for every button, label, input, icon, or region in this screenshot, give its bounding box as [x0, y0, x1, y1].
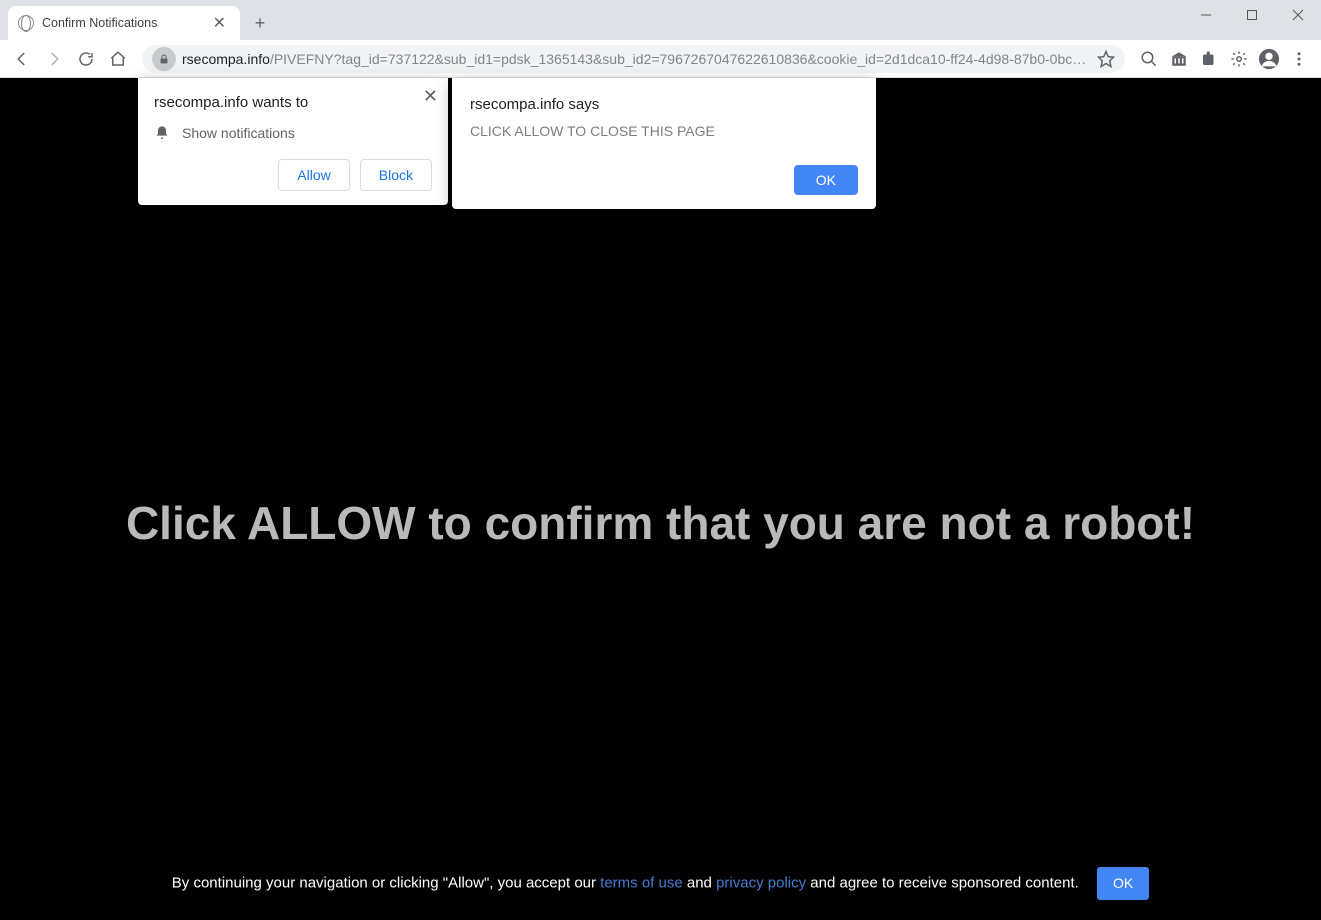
privacy-link[interactable]: privacy policy — [716, 874, 806, 891]
browser-toolbar: rsecompa.info/PIVEFNY?tag_id=737122&sub_… — [0, 40, 1321, 78]
allow-button[interactable]: Allow — [278, 159, 349, 191]
consent-bar: By continuing your navigation or clickin… — [0, 867, 1321, 900]
alert-message: CLICK ALLOW TO CLOSE THIS PAGE — [470, 123, 858, 139]
tab-close-button[interactable]: ✕ — [209, 13, 230, 33]
prompt-actions: Allow Block — [154, 159, 432, 191]
extension-icon[interactable] — [1195, 45, 1223, 73]
terms-link[interactable]: terms of use — [600, 874, 683, 891]
address-bar[interactable]: rsecompa.info/PIVEFNY?tag_id=737122&sub_… — [142, 45, 1125, 73]
window-maximize-button[interactable] — [1229, 0, 1275, 30]
forward-button[interactable] — [40, 45, 68, 73]
bell-icon — [154, 125, 170, 141]
reload-button[interactable] — [72, 45, 100, 73]
library-icon[interactable] — [1165, 45, 1193, 73]
block-button[interactable]: Block — [360, 159, 432, 191]
browser-menu-button[interactable] — [1285, 45, 1313, 73]
permission-label: Show notifications — [182, 125, 295, 141]
consent-ok-button[interactable]: OK — [1097, 867, 1149, 900]
tab-title: Confirm Notifications — [42, 16, 209, 30]
settings-icon[interactable] — [1225, 45, 1253, 73]
globe-icon — [18, 15, 34, 31]
back-button[interactable] — [8, 45, 36, 73]
profile-button[interactable] — [1255, 45, 1283, 73]
alert-ok-button[interactable]: OK — [794, 165, 858, 195]
bookmark-button[interactable] — [1097, 50, 1115, 68]
site-info-button[interactable] — [152, 47, 176, 71]
window-minimize-button[interactable] — [1183, 0, 1229, 30]
consent-text-suffix: and agree to receive sponsored content. — [810, 874, 1079, 891]
home-button[interactable] — [104, 45, 132, 73]
javascript-alert: rsecompa.info says CLICK ALLOW TO CLOSE … — [452, 78, 876, 209]
consent-text-and: and — [687, 874, 716, 891]
alert-origin: rsecompa.info says — [470, 96, 858, 113]
consent-text-prefix: By continuing your navigation or clickin… — [172, 874, 600, 891]
url-text: rsecompa.info/PIVEFNY?tag_id=737122&sub_… — [182, 51, 1091, 67]
prompt-origin: rsecompa.info wants to — [154, 94, 432, 111]
window-close-button[interactable] — [1275, 0, 1321, 30]
zoom-icon[interactable] — [1135, 45, 1163, 73]
prompt-close-button[interactable]: ✕ — [423, 86, 438, 107]
permission-row: Show notifications — [154, 125, 432, 141]
url-path: /PIVEFNY?tag_id=737122&sub_id1=pdsk_1365… — [270, 51, 1086, 67]
main-headline: Click ALLOW to confirm that you are not … — [0, 496, 1321, 550]
new-tab-button[interactable]: + — [246, 9, 274, 37]
url-host: rsecompa.info — [182, 51, 270, 67]
tab-strip: Confirm Notifications ✕ + — [0, 0, 1321, 40]
window-controls — [1183, 0, 1321, 30]
notification-permission-prompt: ✕ rsecompa.info wants to Show notificati… — [138, 78, 448, 205]
extension-icons — [1135, 45, 1313, 73]
browser-tab[interactable]: Confirm Notifications ✕ — [8, 6, 240, 40]
alert-actions: OK — [470, 165, 858, 195]
